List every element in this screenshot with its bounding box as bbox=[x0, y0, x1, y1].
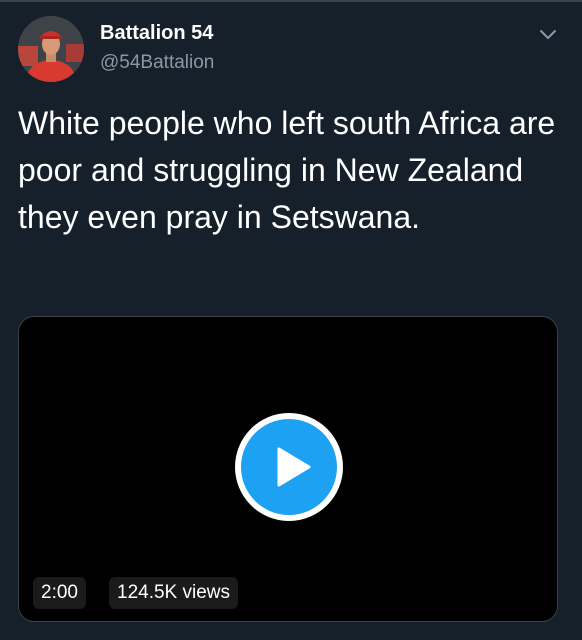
divider bbox=[0, 0, 582, 2]
avatar[interactable] bbox=[18, 16, 84, 82]
chevron-down-icon[interactable] bbox=[536, 22, 560, 46]
tweet-card: Battalion 54 @54Battalion White people w… bbox=[0, 0, 582, 640]
user-handle[interactable]: @54Battalion bbox=[100, 50, 214, 76]
avatar-image bbox=[18, 16, 84, 82]
tweet-text: White people who left south Africa are p… bbox=[18, 105, 556, 235]
display-name[interactable]: Battalion 54 bbox=[100, 20, 213, 46]
video-duration: 2:00 bbox=[33, 577, 86, 609]
play-icon bbox=[241, 419, 337, 515]
play-button[interactable] bbox=[235, 413, 343, 521]
view-count: 124.5K views bbox=[109, 577, 239, 609]
video-player[interactable]: 2:00 124.5K views bbox=[18, 316, 558, 622]
